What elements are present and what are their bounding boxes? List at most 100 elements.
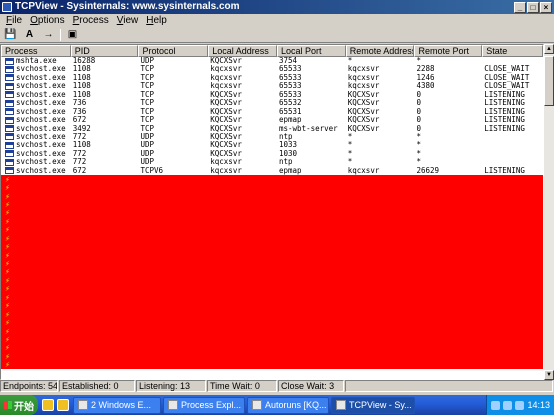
table-cell: KQCXSvr [210, 107, 242, 116]
highlighted-table-row[interactable]: ⚡ [1, 217, 543, 226]
table-row[interactable]: svchost.exe 772 UDP KQCXSvr 1030 * * [1, 150, 543, 158]
table-cell: 4380 [416, 82, 435, 91]
table-cell: ⚡ [1, 260, 71, 268]
scroll-down-icon[interactable]: ▼ [544, 370, 554, 380]
highlighted-table-row[interactable]: ⚡ [1, 343, 543, 353]
highlighted-table-row[interactable]: ⚡ [1, 360, 543, 370]
clock[interactable]: 14:13 [527, 400, 550, 410]
highlighted-table-row[interactable]: ⚡ [1, 200, 543, 209]
highlighted-table-row[interactable]: ⚡ [1, 251, 543, 260]
snapshot-icon[interactable]: ▣ [65, 28, 80, 41]
table-row[interactable]: svchost.exe 1108 TCP kqcxsvr 65533 kqcxsvr 124… [1, 74, 543, 82]
highlighted-table-row[interactable]: ⚡ [1, 284, 543, 294]
table-row[interactable]: svchost.exe 1108 TCP kqcxsvr 65533 kqcxsvr 438… [1, 82, 543, 90]
table-row[interactable]: svchost.exe 736 TCP KQCXSvr 65532 KQCXSvr 0 LIS… [1, 99, 543, 107]
table-cell: 0 [416, 99, 422, 108]
table-cell: ⚡ [1, 302, 71, 310]
window-title: TCPView - Sysinternals: www.sysinternals… [15, 1, 240, 12]
table-cell: KQCXSvr [210, 149, 242, 158]
table-cell: 65533 [279, 90, 302, 99]
close-button[interactable]: × [540, 1, 552, 13]
quick-launch-icon[interactable] [42, 399, 54, 411]
highlighted-table-row[interactable]: ⚡ [1, 293, 543, 302]
start-button[interactable]: 开始 [0, 395, 38, 415]
highlighted-table-row[interactable]: ⚡ [1, 335, 543, 344]
process-window-icon [5, 133, 14, 141]
table-cell: svchost.exe [1, 167, 71, 175]
highlighted-table-row[interactable]: ⚡ [1, 225, 543, 235]
column-header-remote-address[interactable]: Remote Address [345, 45, 415, 57]
table-cell: kqcxsvr [210, 158, 242, 167]
new-connection-icon: ⚡ [5, 276, 10, 285]
highlighted-table-row[interactable]: ⚡ [1, 327, 543, 336]
tcpview-icon [336, 400, 346, 410]
process-window-icon [5, 141, 14, 149]
table-row[interactable]: svchost.exe 1108 UDP KQCXSvr 1033 * * [1, 141, 543, 149]
column-header-remote-port[interactable]: Remote Port [414, 45, 483, 57]
column-header-process[interactable]: Process [1, 45, 71, 57]
highlighted-table-row[interactable]: ⚡ [1, 234, 543, 243]
highlighted-table-row[interactable]: ⚡ [1, 242, 543, 252]
table-cell: KQCXSvr [347, 116, 380, 125]
table-row[interactable]: svchost.exe 672 TCP KQCXSvr epmap KQCXSvr 0 LIS… [1, 116, 543, 124]
highlighted-table-row[interactable]: ⚡ [1, 183, 543, 192]
vertical-scrollbar[interactable]: ▲ ▼ [544, 44, 554, 380]
menu-help[interactable]: Help [142, 15, 171, 26]
table-cell: ⚡ [1, 226, 71, 234]
tcpview-app-icon[interactable] [2, 2, 12, 12]
highlighted-table-row[interactable]: ⚡ [1, 276, 543, 285]
new-connection-icon: ⚡ [5, 301, 10, 311]
highlighted-table-row[interactable]: ⚡ [1, 267, 543, 277]
table-cell: ⚡ [1, 268, 71, 276]
table-row[interactable]: mshta.exe 16288 UDP KQCXSvr 3754 * * [1, 57, 543, 65]
scroll-thumb[interactable] [544, 56, 554, 106]
quick-launch-icon[interactable] [57, 399, 69, 411]
taskbar-task-explorer[interactable]: 2 Windows E... [73, 396, 161, 414]
table-cell: svchost.exe [1, 65, 71, 73]
autoruns-icon [252, 400, 262, 410]
maximize-button[interactable]: □ [527, 1, 539, 13]
table-row[interactable]: svchost.exe 772 UDP kqcxsvr ntp * * [1, 158, 543, 166]
highlighted-table-row[interactable]: ⚡ [1, 259, 543, 268]
highlighted-table-row[interactable]: ⚡ [1, 352, 543, 361]
refresh-icon[interactable]: → [41, 28, 56, 41]
taskbar-task-autoruns[interactable]: Autoruns [KQ... [247, 396, 329, 414]
highlighted-table-row[interactable]: ⚡ [1, 318, 543, 327]
menu-process[interactable]: Process [69, 15, 113, 26]
connection-list[interactable]: Process PID Protocol Local Address Local… [0, 44, 544, 380]
table-cell: ⚡ [1, 209, 71, 217]
scroll-up-icon[interactable]: ▲ [544, 44, 554, 54]
highlighted-table-row[interactable]: ⚡ [1, 301, 543, 311]
tray-icon[interactable] [515, 400, 525, 410]
table-cell: 16288 [72, 57, 96, 65]
menu-options[interactable]: Options [26, 15, 68, 26]
column-header-state[interactable]: State [482, 45, 543, 57]
column-header-pid[interactable]: PID [70, 45, 139, 57]
table-row[interactable]: svchost.exe 3492 TCP KQCXSvr ms-wbt-server KQ… [1, 125, 543, 133]
menu-file[interactable]: File [2, 15, 26, 26]
taskbar-task-tcpview[interactable]: TCPView - Sy... [331, 396, 415, 414]
highlighted-table-row[interactable]: ⚡ [1, 175, 543, 184]
table-cell: 672 [72, 116, 87, 125]
table-row[interactable]: svchost.exe 736 TCP KQCXSvr 65531 KQCXSvr 0 LIS… [1, 108, 543, 116]
column-header-local-address[interactable]: Local Address [208, 45, 277, 57]
tray-icon[interactable] [491, 400, 501, 410]
menu-view[interactable]: View [113, 15, 143, 26]
table-cell: 736 [72, 107, 87, 116]
highlighted-table-row[interactable]: ⚡ [1, 192, 543, 201]
process-window-icon [5, 57, 14, 65]
taskbar-task-process-explorer[interactable]: Process Expl... [163, 396, 245, 414]
tray-icon[interactable] [503, 400, 513, 410]
resolve-addresses-icon[interactable]: A [22, 28, 37, 41]
title-bar[interactable]: TCPView - Sysinternals: www.sysinternals… [0, 0, 554, 14]
highlighted-table-row[interactable]: ⚡ [1, 310, 543, 319]
table-row[interactable]: svchost.exe 772 UDP KQCXSvr ntp * * [1, 133, 543, 141]
column-header-protocol[interactable]: Protocol [138, 45, 209, 57]
table-row[interactable]: svchost.exe 1108 TCP KQCXSvr 65533 KQCXSvr 0 LI… [1, 91, 543, 99]
column-header-local-port[interactable]: Local Port [276, 45, 346, 57]
table-row[interactable]: svchost.exe 1108 TCP kqcxsvr 65533 kqcxsvr 228… [1, 65, 543, 73]
table-row[interactable]: svchost.exe 672 TCPV6 kqcxsvr epmap kqcxsvr 26… [1, 167, 543, 175]
highlighted-table-row[interactable]: ⚡ [1, 208, 543, 218]
save-icon[interactable]: 💾 [3, 28, 18, 41]
minimize-button[interactable]: _ [514, 1, 526, 13]
